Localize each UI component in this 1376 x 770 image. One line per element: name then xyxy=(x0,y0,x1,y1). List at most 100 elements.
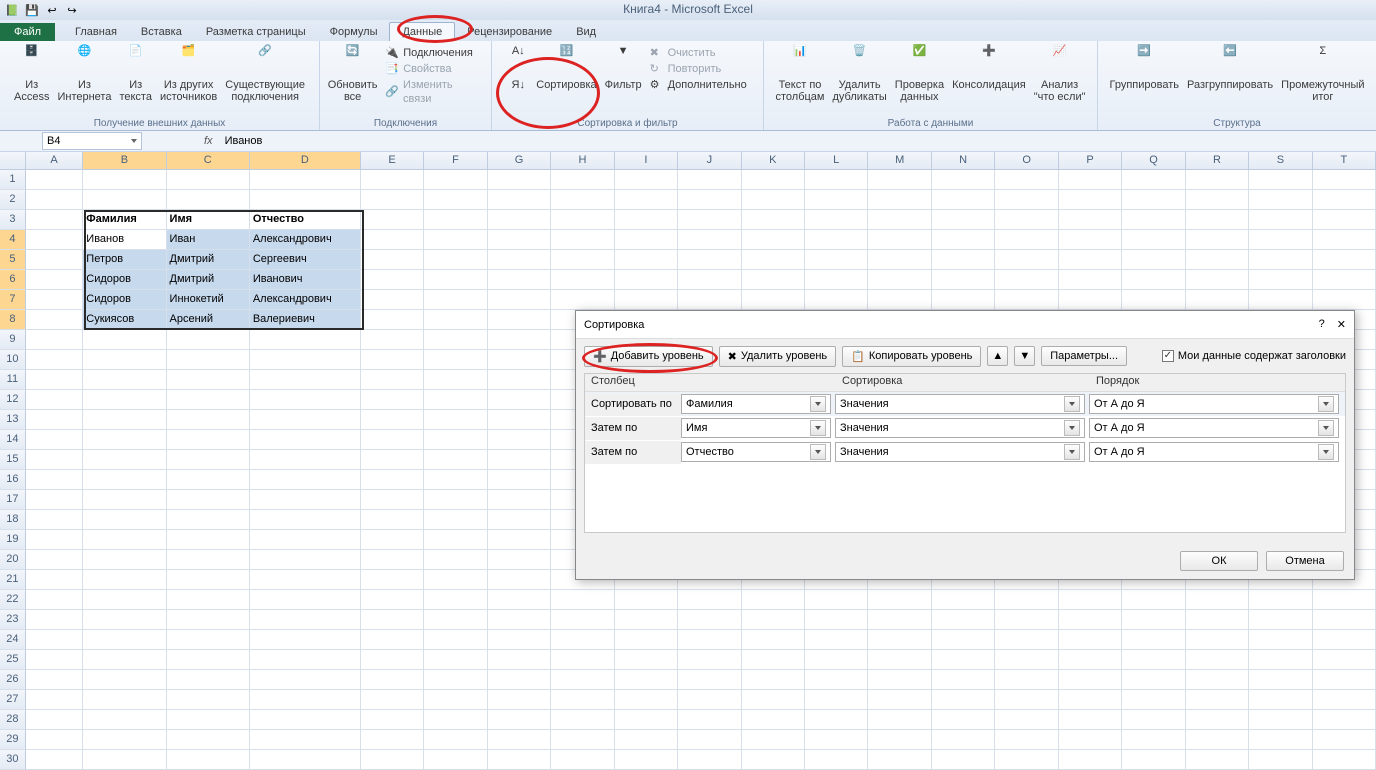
cell[interactable] xyxy=(551,610,614,630)
row-header[interactable]: 16 xyxy=(0,470,26,490)
sort-on-select[interactable]: Значения xyxy=(835,394,1085,414)
move-down-button[interactable]: ▼ xyxy=(1014,346,1035,366)
cell[interactable] xyxy=(488,410,551,430)
cell[interactable] xyxy=(678,230,741,250)
cell[interactable] xyxy=(551,210,614,230)
cell[interactable] xyxy=(83,330,166,350)
cell[interactable] xyxy=(361,390,424,410)
cell[interactable] xyxy=(742,270,805,290)
filter-button[interactable]: ▼Фильтр xyxy=(601,43,646,99)
column-header[interactable]: B xyxy=(83,152,166,169)
cell[interactable] xyxy=(1249,250,1312,270)
cell[interactable] xyxy=(615,650,678,670)
row-header[interactable]: 14 xyxy=(0,430,26,450)
cell[interactable] xyxy=(615,190,678,210)
cell[interactable] xyxy=(424,190,487,210)
column-header[interactable]: O xyxy=(995,152,1058,169)
cell[interactable] xyxy=(868,670,931,690)
cell[interactable] xyxy=(1059,730,1122,750)
cell[interactable] xyxy=(995,290,1058,310)
cell[interactable] xyxy=(250,470,361,490)
cell[interactable] xyxy=(167,510,250,530)
subtotal-button[interactable]: ΣПромежуточный итог xyxy=(1277,43,1368,105)
cell[interactable] xyxy=(361,290,424,310)
row-header[interactable]: 23 xyxy=(0,610,26,630)
cell[interactable] xyxy=(250,510,361,530)
cell[interactable] xyxy=(83,610,166,630)
cell[interactable] xyxy=(250,690,361,710)
row-header[interactable]: 7 xyxy=(0,290,26,310)
cell[interactable]: Иванов xyxy=(83,230,166,250)
cell[interactable] xyxy=(361,270,424,290)
cell[interactable] xyxy=(167,470,250,490)
cell[interactable] xyxy=(488,430,551,450)
column-header[interactable]: R xyxy=(1186,152,1249,169)
sort-order-select[interactable]: От А до Я xyxy=(1089,394,1339,414)
from-web-button[interactable]: 🌐Из Интернета xyxy=(53,43,115,105)
cell[interactable] xyxy=(742,290,805,310)
add-level-button[interactable]: ➕Добавить уровень xyxy=(584,346,713,367)
cell[interactable] xyxy=(26,270,84,290)
cell[interactable] xyxy=(83,350,166,370)
cell[interactable] xyxy=(742,190,805,210)
cell[interactable] xyxy=(361,330,424,350)
tab-home[interactable]: Главная xyxy=(63,23,129,41)
cell[interactable] xyxy=(1059,210,1122,230)
row-header[interactable]: 18 xyxy=(0,510,26,530)
cell[interactable] xyxy=(1249,710,1312,730)
cell[interactable] xyxy=(1313,730,1376,750)
cell[interactable] xyxy=(995,250,1058,270)
cell[interactable] xyxy=(26,310,84,330)
cell[interactable] xyxy=(26,510,84,530)
cell[interactable] xyxy=(361,350,424,370)
column-header[interactable]: K xyxy=(742,152,805,169)
cell[interactable] xyxy=(167,710,250,730)
text-to-columns-button[interactable]: 📊Текст по столбцам xyxy=(772,43,829,105)
cell[interactable] xyxy=(424,250,487,270)
cell[interactable] xyxy=(1313,670,1376,690)
cell[interactable] xyxy=(424,750,487,770)
cell[interactable] xyxy=(1249,690,1312,710)
cell[interactable] xyxy=(361,650,424,670)
row-header[interactable]: 3 xyxy=(0,210,26,230)
close-icon[interactable]: ✕ xyxy=(1337,318,1346,331)
refresh-all-button[interactable]: 🔄Обновить все xyxy=(324,43,381,107)
column-header[interactable]: D xyxy=(250,152,361,169)
sort-column-select[interactable]: Отчество xyxy=(681,442,831,462)
cell[interactable] xyxy=(932,690,995,710)
select-all-corner[interactable] xyxy=(0,152,26,169)
cell[interactable]: Валериевич xyxy=(250,310,361,330)
cell[interactable] xyxy=(1186,650,1249,670)
cell[interactable] xyxy=(83,490,166,510)
cell[interactable] xyxy=(805,730,868,750)
cell[interactable] xyxy=(167,450,250,470)
cell[interactable] xyxy=(488,650,551,670)
cell[interactable] xyxy=(805,270,868,290)
cell[interactable] xyxy=(932,210,995,230)
cell[interactable] xyxy=(551,290,614,310)
cell[interactable] xyxy=(361,190,424,210)
cell[interactable] xyxy=(250,450,361,470)
cell[interactable] xyxy=(805,630,868,650)
cell[interactable] xyxy=(1059,670,1122,690)
cell[interactable] xyxy=(678,750,741,770)
cell[interactable] xyxy=(361,370,424,390)
cell[interactable] xyxy=(678,650,741,670)
cell[interactable] xyxy=(678,590,741,610)
cell[interactable] xyxy=(250,410,361,430)
sort-on-select[interactable]: Значения xyxy=(835,418,1085,438)
cell[interactable] xyxy=(167,570,250,590)
column-header[interactable]: L xyxy=(805,152,868,169)
cell[interactable] xyxy=(83,590,166,610)
cell[interactable] xyxy=(488,250,551,270)
cell[interactable] xyxy=(551,590,614,610)
cell[interactable] xyxy=(424,690,487,710)
cell[interactable] xyxy=(1249,630,1312,650)
ungroup-button[interactable]: ⬅️Разгруппировать xyxy=(1183,43,1277,105)
cell[interactable] xyxy=(1313,690,1376,710)
cell[interactable] xyxy=(1313,210,1376,230)
cell[interactable] xyxy=(83,730,166,750)
row-header[interactable]: 30 xyxy=(0,750,26,770)
cell[interactable] xyxy=(361,690,424,710)
row-header[interactable]: 4 xyxy=(0,230,26,250)
